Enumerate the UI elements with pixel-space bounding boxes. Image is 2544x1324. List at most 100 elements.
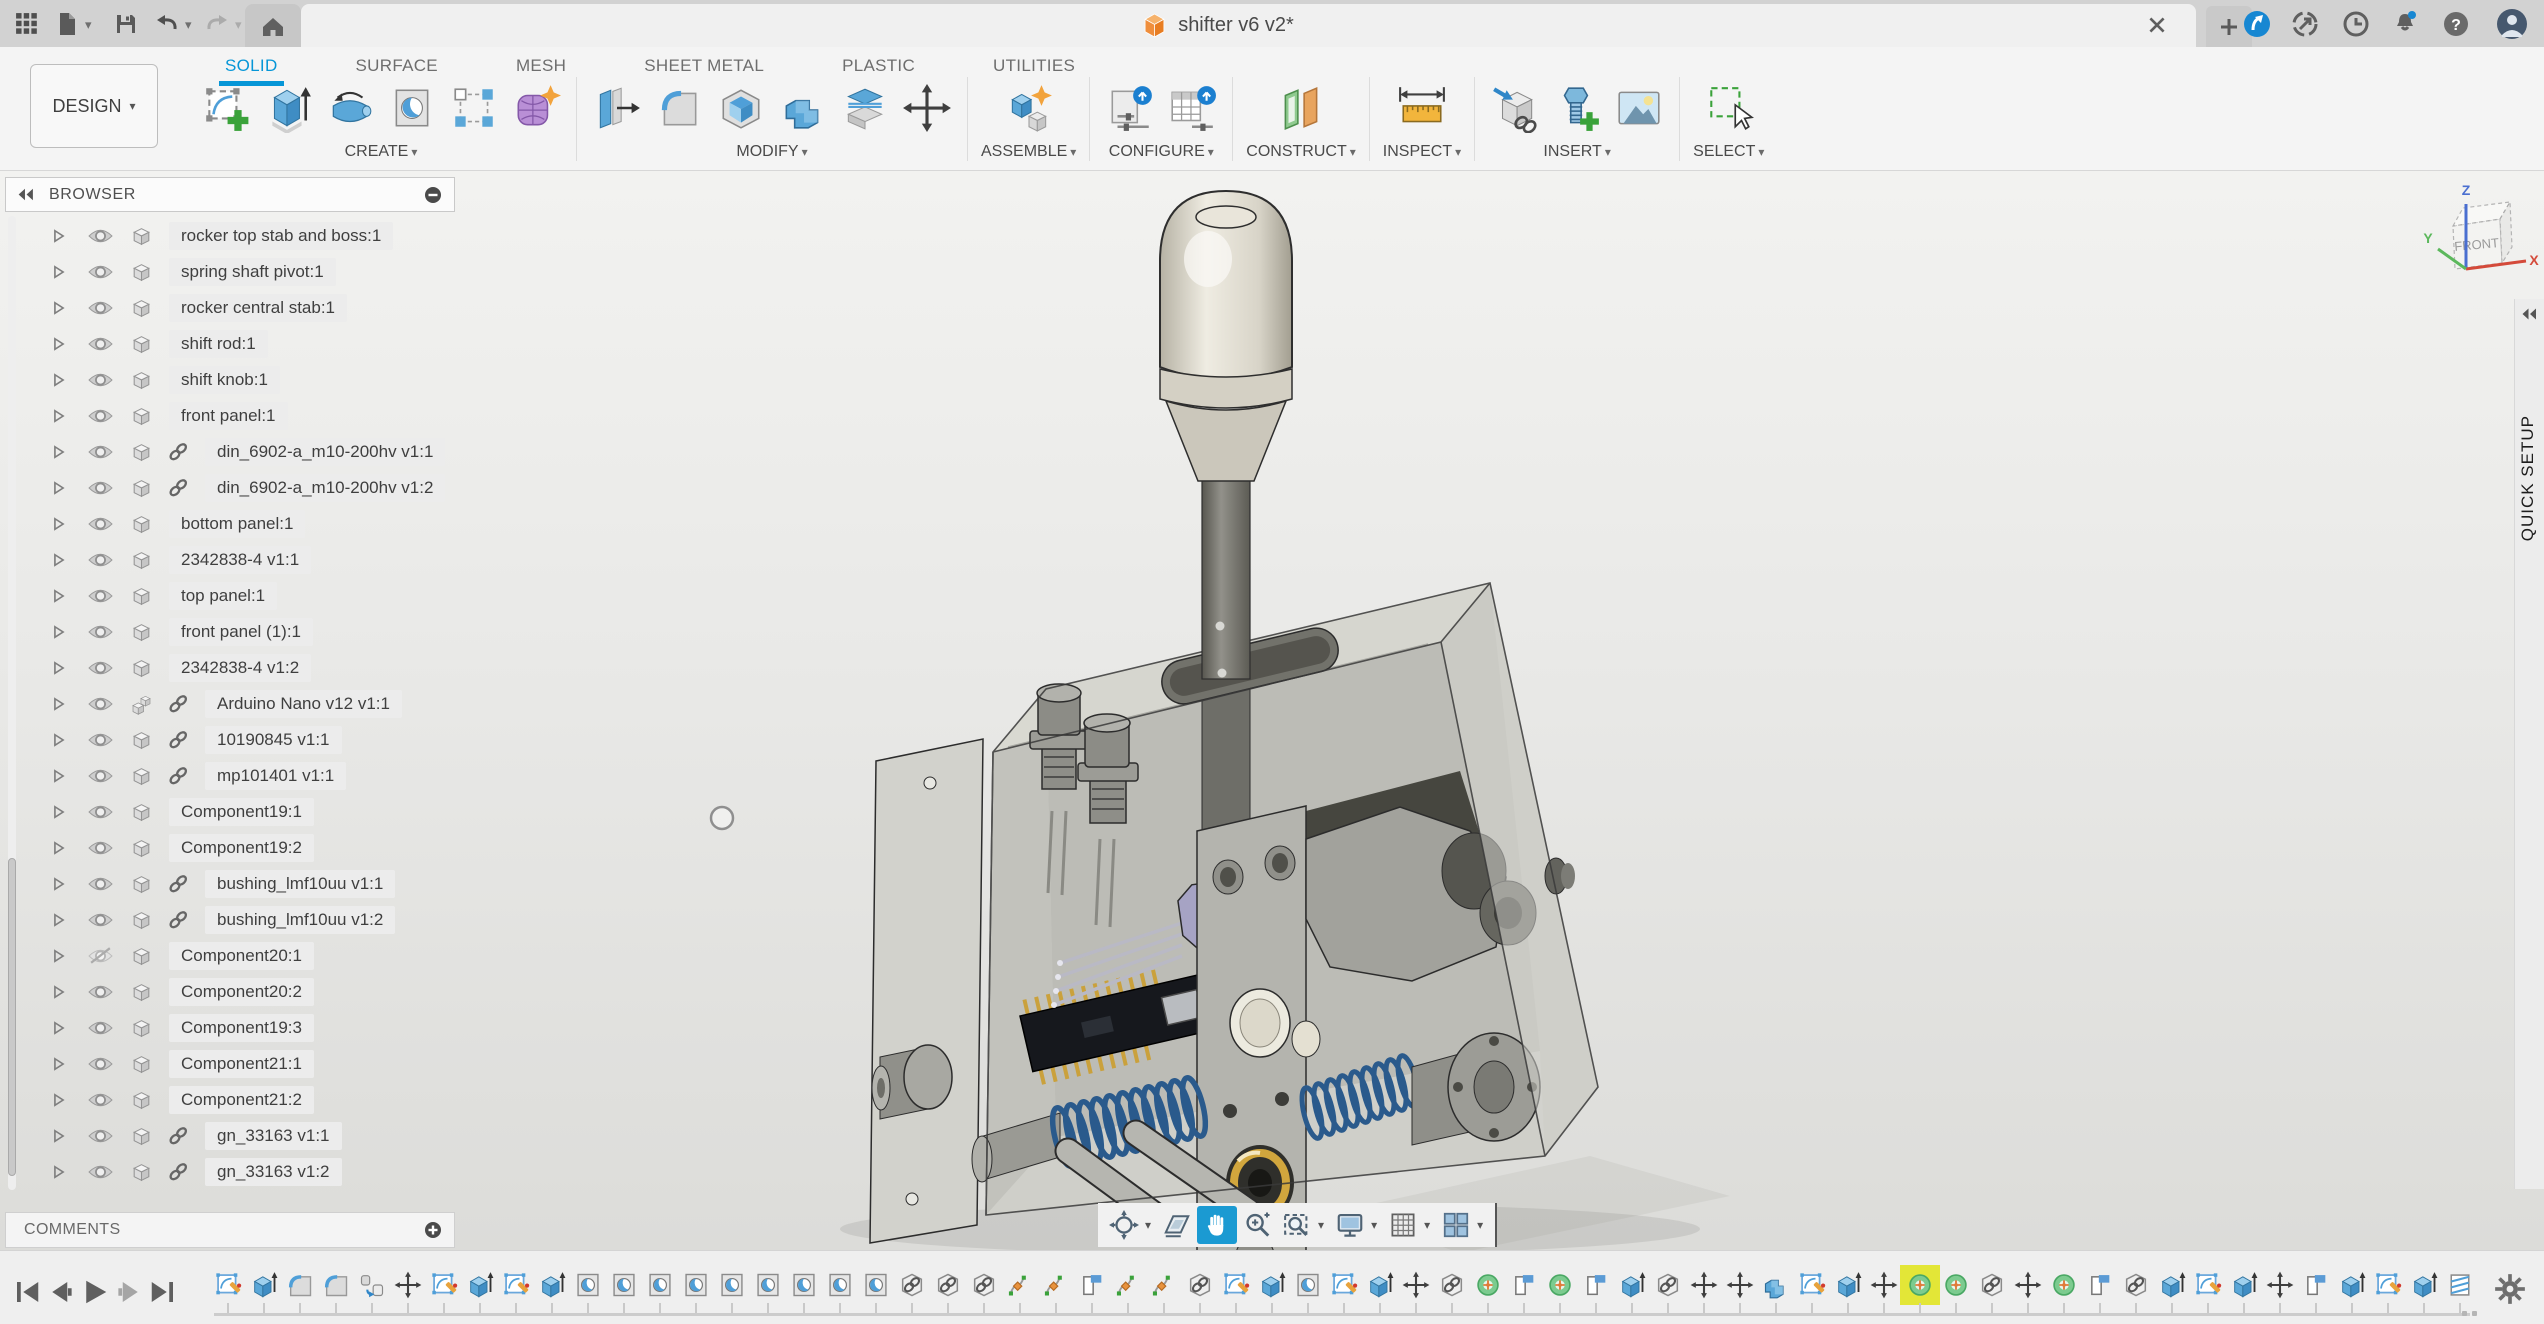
timeline-feature-link[interactable] [2122,1271,2150,1299]
visibility-eye-icon[interactable] [87,839,114,857]
design-workspace-selector[interactable]: DESIGN ▾ [30,64,158,148]
close-tab-icon[interactable] [2146,14,2168,36]
browser-scrollbar[interactable] [8,216,16,1190]
timeline-feature-link[interactable] [898,1271,926,1299]
timeline-feature-move[interactable] [394,1271,422,1299]
browser-item[interactable]: gn_33163 v1:1 [5,1118,455,1154]
timeline-feature-motion[interactable] [1042,1271,1070,1299]
timeline-feature-motion[interactable] [1150,1271,1178,1299]
form-button[interactable] [509,81,563,135]
browser-item[interactable]: shift knob:1 [5,362,455,398]
group-label-modify[interactable]: MODIFY▾ [736,143,807,161]
fit-window-button[interactable] [1277,1206,1317,1244]
browser-item[interactable]: Component19:1 [5,794,455,830]
add-comment-icon[interactable] [424,1221,442,1239]
display-settings-dropdown-caret[interactable]: ▾ [1371,1218,1377,1232]
browser-scrollbar-thumb[interactable] [8,858,16,1176]
browser-item[interactable]: spring shaft pivot:1 [5,254,455,290]
timeline-feature-extrude[interactable] [1366,1271,1394,1299]
timeline-feature-joint[interactable] [1906,1271,1934,1299]
component-label[interactable]: 10190845 v1:1 [205,726,342,754]
browser-item[interactable]: Component20:1 [5,938,455,974]
timeline-feature-plane[interactable] [1582,1271,1610,1299]
browser-item[interactable]: Arduino Nano v12 v1:1 [5,686,455,722]
timeline-feature-sketch[interactable] [2374,1271,2402,1299]
file-menu-caret[interactable]: ▾ [85,17,92,33]
component-label[interactable]: front panel:1 [169,402,288,430]
help-icon[interactable] [2442,10,2470,38]
expand-arrow-icon[interactable] [53,841,65,855]
measure-button[interactable] [1395,81,1449,135]
browser-item[interactable]: bushing_lmf10uu v1:1 [5,866,455,902]
timeline-feature-hole[interactable] [682,1271,710,1299]
timeline-feature-extrude[interactable] [2158,1271,2186,1299]
move-button[interactable] [900,81,954,135]
component-label[interactable]: din_6902-a_m10-200hv v1:2 [205,474,445,502]
redo-caret[interactable]: ▾ [235,17,242,33]
viewports-button[interactable] [1436,1206,1476,1244]
timeline-feature-fillet[interactable] [286,1271,314,1299]
browser-item[interactable]: Component19:2 [5,830,455,866]
timeline-feature-extrude[interactable] [466,1271,494,1299]
component-label[interactable]: 2342838-4 v1:2 [169,654,311,682]
visibility-eye-icon[interactable] [87,803,114,821]
visibility-eye-icon[interactable] [87,1019,114,1037]
insert-derive-button[interactable] [1488,81,1542,135]
expand-arrow-icon[interactable] [53,553,65,567]
group-label-select[interactable]: SELECT▾ [1693,143,1764,161]
timeline-feature-hole[interactable] [646,1271,674,1299]
visibility-eye-icon[interactable] [87,407,114,425]
expand-arrow-icon[interactable] [53,409,65,423]
revolve-button[interactable] [323,81,377,135]
browser-item[interactable]: 2342838-4 v1:1 [5,542,455,578]
playback-go-to-end-button[interactable] [148,1277,178,1307]
timeline-feature-link[interactable] [970,1271,998,1299]
component-label[interactable]: shift knob:1 [169,366,280,394]
expand-arrow-icon[interactable] [53,517,65,531]
component-label[interactable]: Component21:1 [169,1050,314,1078]
browser-item[interactable]: shift rod:1 [5,326,455,362]
visibility-eye-icon[interactable] [87,1055,114,1073]
expand-arrow-icon[interactable] [53,229,65,243]
document-tab[interactable]: shifter v6 v2* [301,4,2196,47]
group-label-assemble[interactable]: ASSEMBLE▾ [981,143,1076,161]
browser-item[interactable]: mp101401 v1:1 [5,758,455,794]
timeline-feature-sketch[interactable] [430,1271,458,1299]
create-sketch-button[interactable] [199,81,253,135]
timeline-feature-hole[interactable] [754,1271,782,1299]
visibility-eye-icon[interactable] [87,659,114,677]
undo-caret[interactable]: ▾ [185,17,192,33]
expand-arrow-icon[interactable] [53,1057,65,1071]
expand-arrow-icon[interactable] [53,265,65,279]
timeline-feature-sketch[interactable] [1222,1271,1250,1299]
shell-button[interactable] [714,81,768,135]
component-label[interactable]: Component19:2 [169,834,314,862]
job-status-icon[interactable] [2291,10,2319,38]
expand-arrow-icon[interactable] [53,805,65,819]
visibility-eye-icon[interactable] [87,587,114,605]
component-label[interactable]: Component20:1 [169,942,314,970]
visibility-eye-icon[interactable] [87,911,114,929]
account-avatar[interactable] [2496,8,2528,40]
save-icon[interactable] [114,12,138,36]
browser-item[interactable]: Component20:2 [5,974,455,1010]
component-label[interactable]: gn_33163 v1:2 [205,1158,342,1186]
component-label[interactable]: rocker central stab:1 [169,294,347,322]
app-grid-icon[interactable] [15,12,39,36]
timeline-feature-joint[interactable] [1546,1271,1574,1299]
component-label[interactable]: rocker top stab and boss:1 [169,222,393,250]
timeline-feature-hole[interactable] [826,1271,854,1299]
timeline-feature-combine[interactable] [1762,1271,1790,1299]
timeline-feature-fillet[interactable] [322,1271,350,1299]
timeline-feature-coil[interactable] [2446,1271,2474,1299]
visibility-off-icon[interactable] [87,947,114,965]
browser-display-toggle-icon[interactable] [424,186,442,204]
visibility-eye-icon[interactable] [87,875,114,893]
visibility-eye-icon[interactable] [87,479,114,497]
timeline-settings-gear-icon[interactable] [2494,1273,2526,1305]
timeline-feature-sketch[interactable] [1330,1271,1358,1299]
file-menu-icon[interactable] [55,12,79,36]
browser-item[interactable]: din_6902-a_m10-200hv v1:1 [5,434,455,470]
hole-button[interactable] [385,81,439,135]
timeline-feature-sketch[interactable] [2194,1271,2222,1299]
